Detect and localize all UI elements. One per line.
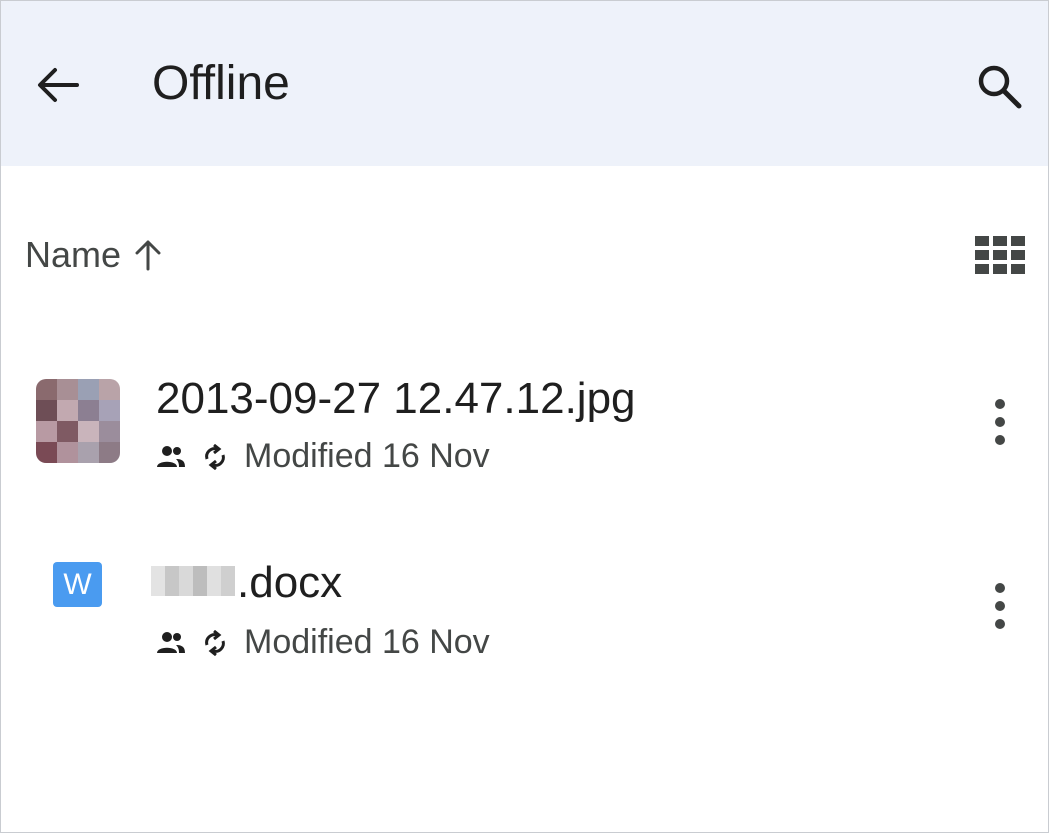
more-options-button[interactable] [975,571,1025,641]
top-app-bar: Offline [1,1,1048,166]
sort-bar: Name [1,211,1048,301]
shared-icon [156,631,186,655]
modified-date: Modified 16 Nov [244,437,490,475]
shared-icon [156,445,186,469]
image-thumbnail [36,379,120,463]
file-meta: Modified 16 Nov [156,437,490,476]
arrow-back-icon [38,68,79,102]
more-options-button[interactable] [975,387,1025,457]
file-row[interactable]: 2013-09-27 12.47.12.jpg Modified 16 Nov [1,341,1048,491]
file-row[interactable]: W .docx Modified 16 Nov [1,519,1048,669]
grid-view-icon [975,236,1025,274]
search-button[interactable] [969,56,1029,116]
back-button[interactable] [29,57,85,113]
file-name: .docx [151,556,342,610]
page-title: Offline [152,57,290,110]
sync-icon [202,629,228,656]
redacted-name [151,566,235,597]
search-icon [978,65,1022,109]
sync-icon [202,443,228,470]
sort-label: Name [25,234,122,275]
more-vert-icon [995,399,1005,409]
modified-date: Modified 16 Nov [244,623,490,661]
sort-by-name-button[interactable]: Name [25,227,161,283]
file-name: 2013-09-27 12.47.12.jpg [156,374,636,423]
grid-view-button[interactable] [963,223,1037,287]
word-file-icon: W [53,562,102,607]
arrow-upward-icon [135,240,161,271]
file-meta: Modified 16 Nov [156,623,490,662]
more-vert-icon [995,583,1005,593]
